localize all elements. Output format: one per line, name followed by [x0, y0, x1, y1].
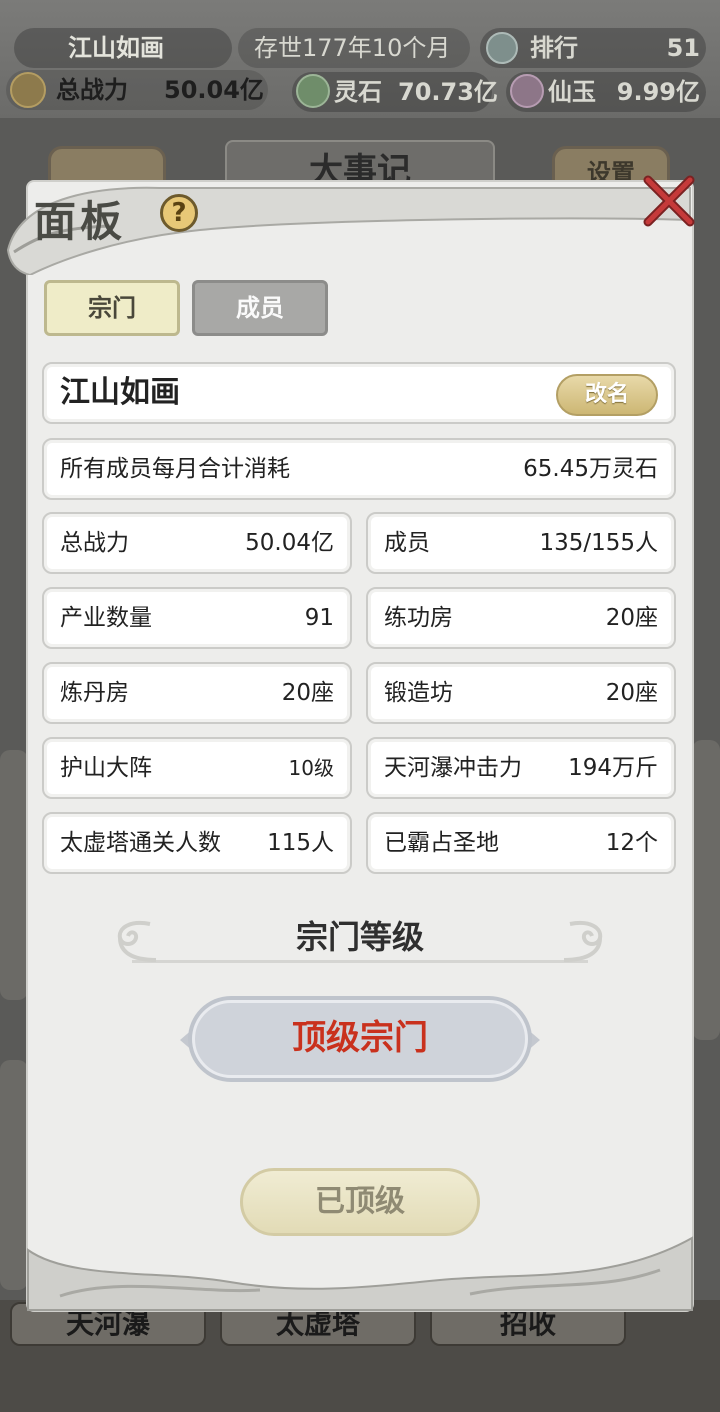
stat-card-industries: 产业数量 91	[42, 587, 352, 649]
stat-label: 太虚塔通关人数	[60, 830, 221, 856]
stat-label: 产业数量	[60, 605, 152, 631]
help-icon[interactable]: ?	[160, 194, 198, 232]
power-icon	[10, 72, 46, 108]
stat-value: 91	[304, 605, 334, 631]
stat-label: 锻造坊	[384, 680, 453, 706]
stat-value: 20座	[605, 605, 658, 631]
rename-button[interactable]: 改名	[556, 374, 658, 416]
stat-value: 10级	[288, 756, 334, 780]
upkeep-card: 所有成员每月合计消耗 65.45万灵石	[42, 438, 676, 500]
tab-sect[interactable]: 宗门	[44, 280, 180, 336]
rank-value: 51	[666, 34, 700, 62]
sect-level-badge: 顶级宗门	[192, 1000, 528, 1078]
stat-card-mountain-array: 护山大阵 10级	[42, 737, 352, 799]
background-side-right	[692, 740, 720, 1040]
stat-value: 50.04亿	[245, 530, 334, 556]
cloud-decoration-icon	[27, 1236, 693, 1311]
stat-label: 总战力	[60, 530, 129, 556]
stat-value: 135/155人	[539, 530, 658, 556]
spirit-stone-value: 70.73亿	[398, 78, 498, 106]
upkeep-label: 所有成员每月合计消耗	[60, 456, 290, 482]
spirit-stone-icon	[296, 74, 330, 108]
stat-label: 已霸占圣地	[384, 830, 499, 856]
stat-label: 护山大阵	[60, 755, 152, 781]
power-value: 50.04亿	[164, 76, 264, 104]
sect-level-title: 宗门等级	[295, 918, 424, 956]
stat-value: 194万斤	[568, 755, 658, 781]
stat-card-tower-clears: 太虚塔通关人数 115人	[42, 812, 352, 874]
rank-label: 排行	[530, 34, 578, 62]
era-pill: 存世177年10个月	[238, 28, 470, 68]
sect-name-label: 江山如画	[68, 34, 164, 62]
stat-label: 练功房	[384, 605, 453, 631]
stat-value: 20座	[281, 680, 334, 706]
jade-pill[interactable]: 仙玉 9.99亿	[506, 72, 706, 112]
era-label: 存世177年10个月	[254, 34, 451, 62]
stat-label: 成员	[384, 530, 430, 556]
stat-card-total-power: 总战力 50.04亿	[42, 512, 352, 574]
jade-value: 9.99亿	[616, 78, 700, 106]
stat-card-training-room: 练功房 20座	[366, 587, 676, 649]
spirit-stone-pill[interactable]: 灵石 70.73亿	[292, 72, 498, 112]
stat-card-waterfall-impact: 天河瀑冲击力 194万斤	[366, 737, 676, 799]
rank-pill[interactable]: 排行 51	[480, 28, 706, 68]
sect-name-card: 江山如画 改名	[42, 362, 676, 424]
stat-value: 20座	[605, 680, 658, 706]
tab-members[interactable]: 成员	[192, 280, 328, 336]
sect-name-pill[interactable]: 江山如画	[14, 28, 232, 68]
rank-icon	[486, 32, 518, 64]
stat-label: 炼丹房	[60, 680, 129, 706]
jade-icon	[510, 74, 544, 108]
stat-card-alchemy-room: 炼丹房 20座	[42, 662, 352, 724]
tab-sect-label: 宗门	[88, 294, 136, 322]
stat-value: 12个	[605, 830, 658, 856]
left-swirl-ornament	[117, 921, 157, 962]
sect-name: 江山如画	[60, 375, 180, 410]
upkeep-value: 65.45万灵石	[523, 456, 658, 482]
tab-members-label: 成员	[236, 294, 284, 322]
close-icon[interactable]	[640, 172, 698, 230]
stat-card-members: 成员 135/155人	[366, 512, 676, 574]
panel-title: 面板	[34, 197, 127, 246]
stat-value: 115人	[267, 830, 334, 856]
top-status-bar: 江山如画 存世177年10个月 排行 51 总战力 50.04亿 灵石 70.7…	[0, 0, 720, 118]
stat-card-forge: 锻造坊 20座	[366, 662, 676, 724]
background-side-left	[0, 750, 28, 1000]
right-swirl-ornament	[563, 921, 603, 962]
power-pill: 总战力 50.04亿	[6, 70, 268, 110]
jade-label: 仙玉	[548, 78, 596, 106]
stat-card-holy-lands: 已霸占圣地 12个	[366, 812, 676, 874]
power-label: 总战力	[56, 76, 128, 104]
stat-label: 天河瀑冲击力	[384, 755, 522, 781]
sect-level-divider	[132, 960, 588, 963]
spirit-stone-label: 灵石	[334, 78, 382, 106]
